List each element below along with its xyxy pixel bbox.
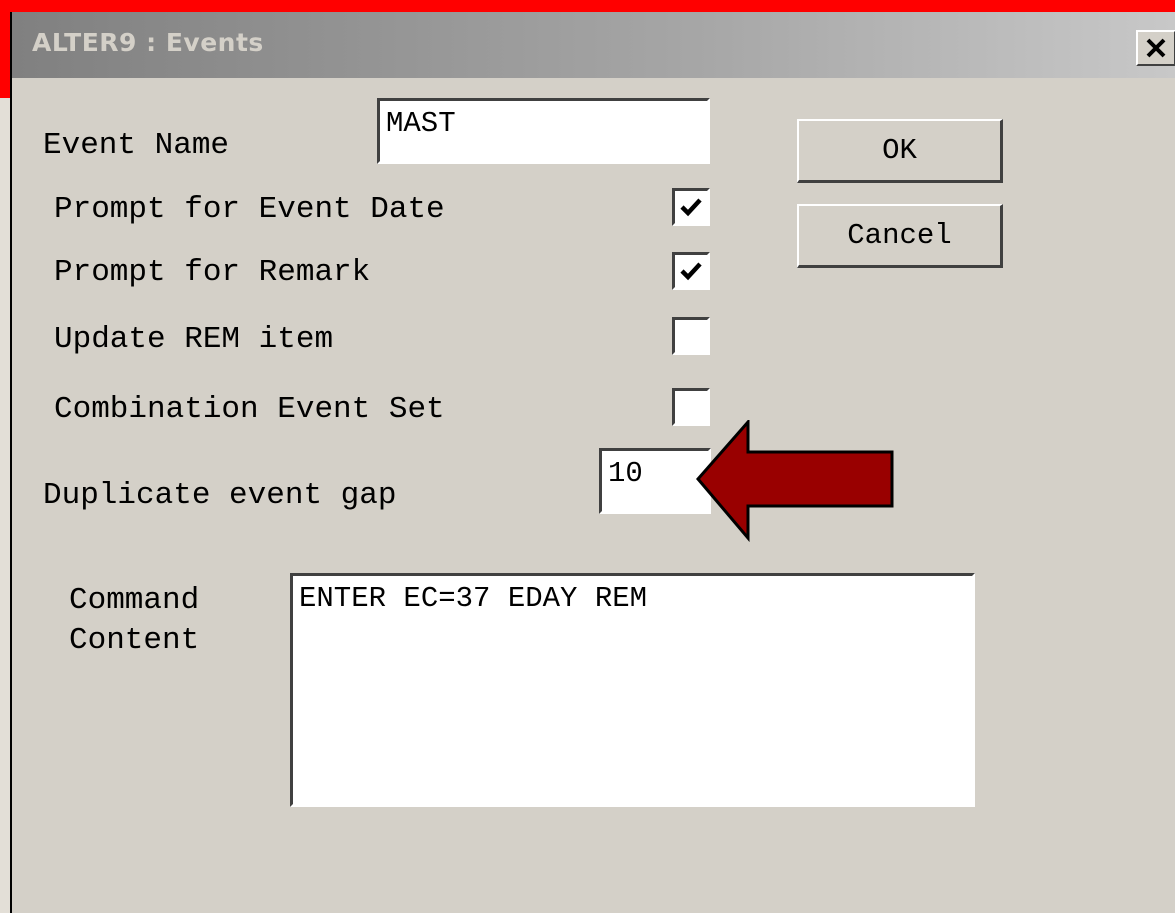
checkmark-icon bbox=[680, 262, 702, 281]
prompt-event-date-label: Prompt for Event Date bbox=[54, 192, 445, 227]
update-rem-label: Update REM item bbox=[54, 322, 334, 357]
combination-event-set-label: Combination Event Set bbox=[54, 392, 445, 427]
event-name-input[interactable]: MAST bbox=[377, 98, 710, 164]
duplicate-event-gap-label: Duplicate event gap bbox=[43, 478, 397, 513]
window-title: ALTER9 : Events bbox=[32, 28, 264, 57]
events-dialog: ALTER9 : Events Event Name MAST Prompt f… bbox=[10, 12, 1175, 913]
close-button[interactable] bbox=[1136, 30, 1175, 66]
cancel-button[interactable]: Cancel bbox=[797, 204, 1003, 268]
event-name-label: Event Name bbox=[43, 128, 230, 163]
prompt-event-date-checkbox[interactable] bbox=[672, 188, 710, 226]
prompt-remark-checkbox[interactable] bbox=[672, 252, 710, 290]
command-content-label-line2: Content bbox=[69, 623, 200, 658]
update-rem-checkbox[interactable] bbox=[672, 317, 710, 355]
ok-button[interactable]: OK bbox=[797, 119, 1003, 183]
title-bar[interactable]: ALTER9 : Events bbox=[12, 12, 1175, 78]
command-content-label-line1: Command bbox=[69, 583, 200, 618]
annotation-arrow-icon bbox=[696, 420, 894, 542]
duplicate-event-gap-input[interactable]: 10 bbox=[599, 448, 711, 514]
close-icon bbox=[1146, 38, 1166, 58]
checkmark-icon bbox=[680, 198, 702, 217]
highlight-frame-top bbox=[0, 0, 1175, 12]
prompt-remark-label: Prompt for Remark bbox=[54, 255, 371, 290]
command-content-textarea[interactable]: ENTER EC=37 EDAY REM bbox=[290, 573, 975, 807]
